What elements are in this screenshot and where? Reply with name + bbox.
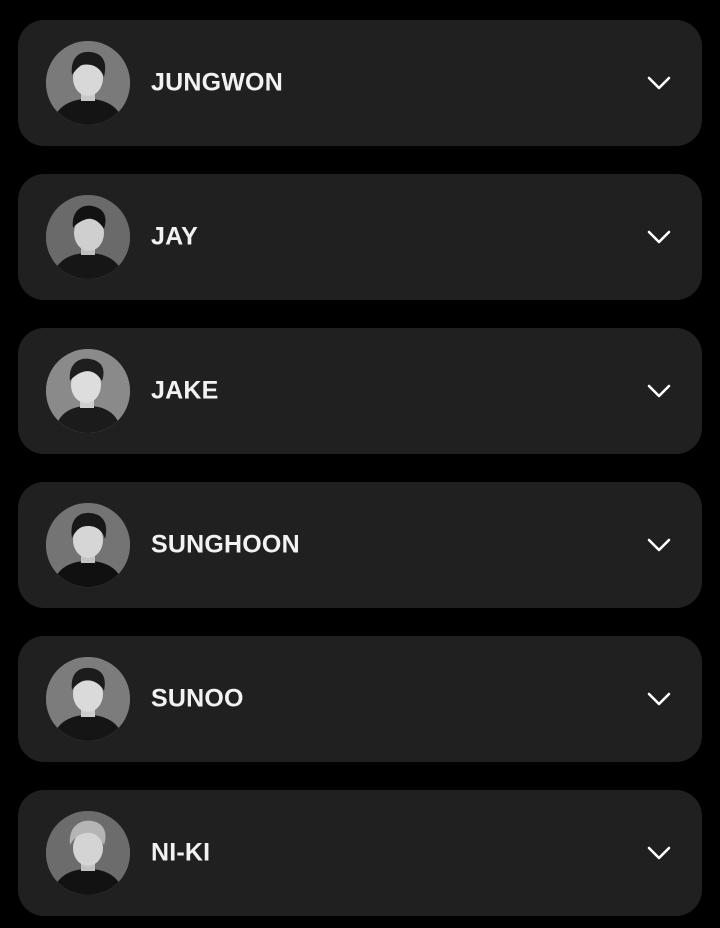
member-name: NI-KI [151,838,211,867]
member-card-ni-ki[interactable]: NI-KI [18,790,702,916]
chevron-down-icon[interactable] [646,691,672,707]
chevron-down-icon[interactable] [646,383,672,399]
chevron-down-icon[interactable] [646,537,672,553]
chevron-down-icon[interactable] [646,845,672,861]
avatar [46,41,130,125]
avatar [46,657,130,741]
member-card-jake[interactable]: JAKE [18,328,702,454]
chevron-down-icon[interactable] [646,75,672,91]
member-accordion-list: JUNGWON JAY JAKE SUNGHOON SUNOO NI-KI [0,0,720,928]
member-name: SUNOO [151,684,244,713]
avatar [46,349,130,433]
member-card-sunghoon[interactable]: SUNGHOON [18,482,702,608]
avatar [46,811,130,895]
member-name: JAY [151,222,198,251]
member-name: JAKE [151,376,219,405]
member-name: SUNGHOON [151,530,300,559]
member-name: JUNGWON [151,68,283,97]
member-card-jungwon[interactable]: JUNGWON [18,20,702,146]
avatar [46,503,130,587]
chevron-down-icon[interactable] [646,229,672,245]
avatar [46,195,130,279]
member-card-sunoo[interactable]: SUNOO [18,636,702,762]
member-card-jay[interactable]: JAY [18,174,702,300]
